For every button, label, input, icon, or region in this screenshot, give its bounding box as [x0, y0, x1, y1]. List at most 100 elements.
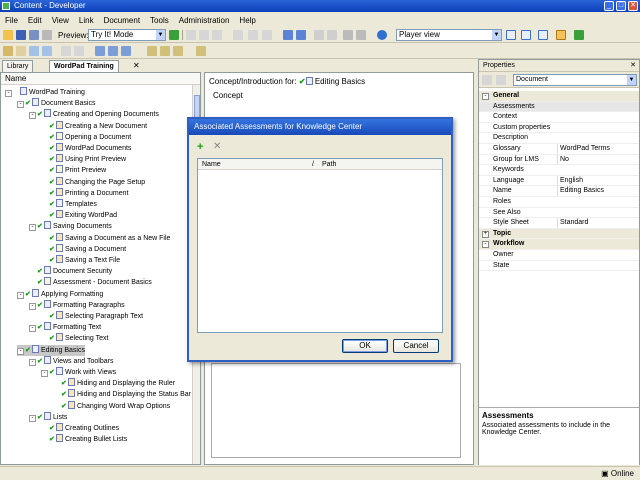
property-row[interactable]: Keywords — [479, 165, 639, 176]
new-topic-icon[interactable] — [29, 46, 39, 56]
properties-pane-icon[interactable] — [556, 30, 566, 40]
menu-file[interactable]: File — [0, 16, 23, 25]
tab-library[interactable]: Library — [2, 60, 34, 72]
close-properties-icon[interactable]: ✕ — [630, 60, 636, 72]
find-icon[interactable] — [248, 30, 258, 40]
grid-view-icon[interactable] — [538, 30, 548, 40]
property-row[interactable]: Description — [479, 133, 639, 144]
unlink-icon[interactable] — [74, 46, 84, 56]
tree-item[interactable]: ✔ Selecting Paragraph Text — [41, 311, 143, 322]
tree-expander-icon[interactable]: - — [29, 224, 36, 232]
new-section-icon[interactable] — [16, 46, 26, 56]
property-row[interactable]: Language English — [479, 175, 639, 187]
property-row[interactable]: Assessments — [479, 101, 639, 113]
tree-expander-icon[interactable]: - — [29, 358, 36, 366]
tree-item[interactable]: ✔ Print Preview — [41, 165, 106, 176]
tree-item[interactable]: - ✔ Lists — [29, 411, 67, 423]
cancel-button[interactable]: Cancel — [393, 339, 439, 353]
history-icon[interactable] — [173, 46, 183, 56]
redo-icon[interactable] — [296, 30, 306, 40]
close-button[interactable]: ✕ — [628, 1, 638, 11]
property-row[interactable]: See Also — [479, 208, 639, 219]
copy-icon[interactable] — [199, 30, 209, 40]
tree-item[interactable]: - ✔ Formatting Paragraphs — [29, 299, 125, 311]
cut-icon[interactable] — [186, 30, 196, 40]
property-value[interactable]: No — [557, 154, 637, 165]
tree-item[interactable]: - ✔ Work with Views — [41, 367, 116, 378]
property-category[interactable]: - General — [479, 91, 639, 102]
open-folder-icon[interactable] — [3, 30, 13, 40]
tree-item[interactable]: ✔ Using Print Preview — [41, 154, 126, 165]
collapse-icon[interactable] — [314, 30, 324, 40]
save-all-icon[interactable] — [29, 30, 39, 40]
spell-check-icon[interactable] — [356, 30, 366, 40]
add-icon[interactable]: + — [197, 141, 203, 153]
player-view-select[interactable]: Player view ▼ — [396, 29, 502, 41]
concept-item[interactable]: Editing Basics — [315, 77, 365, 86]
object-type-select[interactable]: Document ▼ — [513, 74, 637, 86]
tree-item[interactable]: ✔ Opening a Document — [41, 131, 131, 143]
tree-item[interactable]: - WordPad Training — [5, 87, 85, 98]
property-row[interactable]: State — [479, 261, 639, 272]
tree-item[interactable]: ✔ Saving a Document as a New File — [41, 232, 170, 244]
property-value[interactable]: Editing Basics — [557, 186, 637, 197]
property-row[interactable]: Owner — [479, 250, 639, 261]
tree-expander-icon[interactable]: - — [29, 414, 36, 422]
check-in-icon[interactable] — [160, 46, 170, 56]
sort-alpha-icon[interactable] — [496, 75, 506, 85]
expand-icon[interactable] — [327, 30, 337, 40]
tree-item[interactable]: ✔ WordPad Documents — [41, 143, 131, 154]
tree-item[interactable]: ✔ Changing Word Wrap Options — [53, 400, 170, 412]
menu-administration[interactable]: Administration — [174, 16, 235, 25]
close-tab-icon[interactable]: ✕ — [133, 61, 140, 70]
menu-document[interactable]: Document — [99, 16, 145, 25]
tree-expander-icon[interactable]: - — [17, 347, 24, 355]
tree-item[interactable]: ✔ Hiding and Displaying the Ruler — [53, 378, 175, 389]
tree-expander-icon[interactable]: - — [17, 101, 24, 109]
tree-item[interactable]: ✔ Templates — [41, 199, 97, 210]
tree-item[interactable]: - ✔ Creating and Opening Documents — [29, 109, 159, 120]
tree-item[interactable]: ✔ Creating Bullet Lists — [41, 434, 127, 445]
minimize-button[interactable]: _ — [604, 1, 614, 11]
tree-item[interactable]: ✔ Exiting WordPad — [41, 210, 117, 221]
concept-editor[interactable] — [211, 363, 461, 458]
menu-edit[interactable]: Edit — [23, 16, 47, 25]
tree-item[interactable]: ✔ Hiding and Displaying the Status Bar — [53, 389, 191, 400]
delete-icon[interactable]: ✕ — [213, 141, 221, 152]
menu-link[interactable]: Link — [74, 16, 99, 25]
tree-expander-icon[interactable]: - — [29, 302, 36, 310]
tree-expander-icon[interactable]: - — [29, 112, 36, 120]
column-name[interactable]: Name — [202, 159, 221, 170]
save-icon[interactable] — [16, 30, 26, 40]
tree-expander-icon[interactable]: - — [17, 291, 24, 299]
check-out-icon[interactable] — [147, 46, 157, 56]
ok-button[interactable]: OK — [342, 339, 388, 353]
tree-expander-icon[interactable]: - — [41, 370, 48, 377]
tab-wordpad-training[interactable]: WordPad Training — [49, 60, 119, 72]
property-row[interactable]: Roles — [479, 197, 639, 208]
property-value[interactable]: English — [557, 175, 637, 186]
collapse-icon[interactable]: - — [482, 93, 489, 100]
new-question-icon[interactable] — [42, 46, 52, 56]
tree-item[interactable]: - ✔ Applying Formatting — [17, 288, 103, 300]
property-row[interactable]: Name Editing Basics — [479, 186, 639, 197]
tree-item[interactable]: ✔ Selecting Text — [41, 333, 108, 344]
print-icon[interactable] — [42, 30, 52, 40]
property-row[interactable]: Style Sheet Standard — [479, 218, 639, 229]
properties-icon[interactable] — [262, 30, 272, 40]
help-icon[interactable] — [377, 30, 387, 40]
collapse-icon[interactable]: - — [482, 241, 489, 249]
expand-icon[interactable]: + — [482, 230, 489, 238]
outline-column-header[interactable]: Name — [1, 73, 200, 85]
publish-icon[interactable] — [196, 46, 206, 56]
menu-tools[interactable]: Tools — [145, 16, 174, 25]
tab-concept[interactable]: Concept — [209, 89, 247, 102]
preview-mode-select[interactable]: Try It! Mode ▼ — [88, 29, 166, 41]
tree-item[interactable]: - ✔ Formatting Text — [29, 322, 101, 333]
delete-icon[interactable] — [233, 30, 243, 40]
tree-item[interactable]: ✔ Creating Outlines — [41, 423, 119, 434]
tree-item[interactable]: ✔ Printing a Document — [41, 187, 128, 199]
tree-item[interactable]: - ✔ Editing Basics — [17, 344, 85, 356]
maximize-button[interactable]: □ — [616, 1, 626, 11]
categorized-icon[interactable] — [482, 75, 492, 85]
